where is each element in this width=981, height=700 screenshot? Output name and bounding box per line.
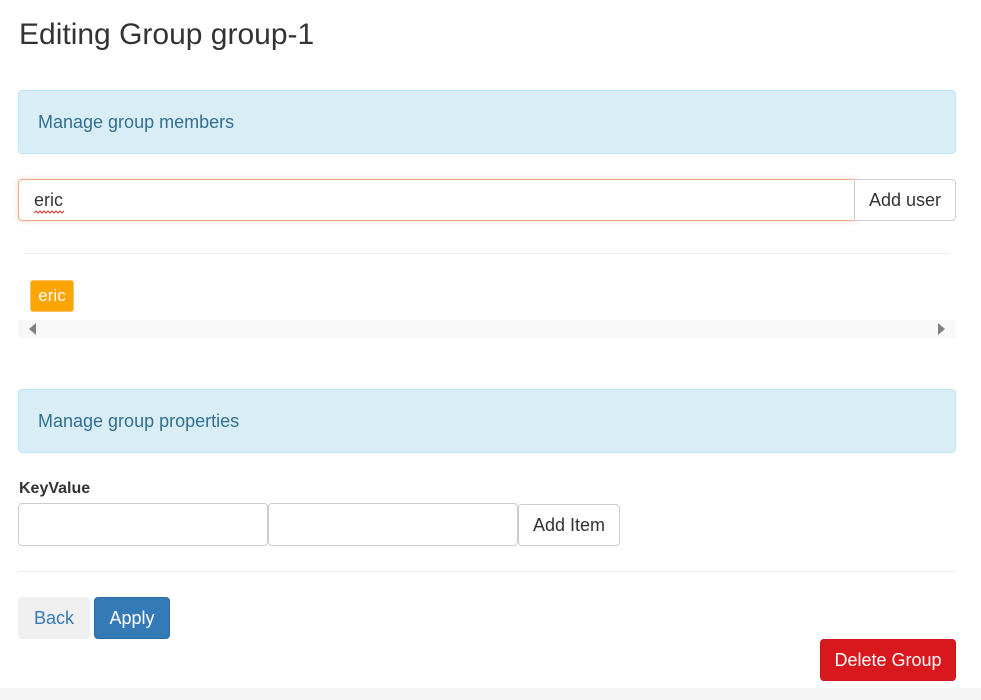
- scroll-left-icon[interactable]: [29, 323, 36, 335]
- divider: [18, 571, 956, 572]
- page-title: Editing Group group-1: [19, 18, 315, 51]
- property-key-input[interactable]: [18, 503, 268, 546]
- add-item-button[interactable]: Add Item: [518, 504, 620, 546]
- page-footer-strip: [0, 688, 981, 700]
- back-button[interactable]: Back: [18, 597, 90, 639]
- keyvalue-label: KeyValue: [19, 480, 91, 497]
- apply-button[interactable]: Apply: [94, 597, 170, 639]
- member-tag[interactable]: eric: [30, 280, 74, 312]
- manage-members-header: Manage group members: [18, 90, 956, 154]
- delete-group-button[interactable]: Delete Group: [820, 639, 956, 681]
- add-user-button[interactable]: Add user: [854, 179, 956, 221]
- horizontal-scrollbar[interactable]: [18, 320, 956, 338]
- manage-properties-header: Manage group properties: [18, 389, 956, 453]
- scroll-right-icon[interactable]: [938, 323, 945, 335]
- member-search-input[interactable]: [18, 179, 855, 221]
- property-value-input[interactable]: [268, 503, 518, 546]
- divider: [25, 253, 950, 254]
